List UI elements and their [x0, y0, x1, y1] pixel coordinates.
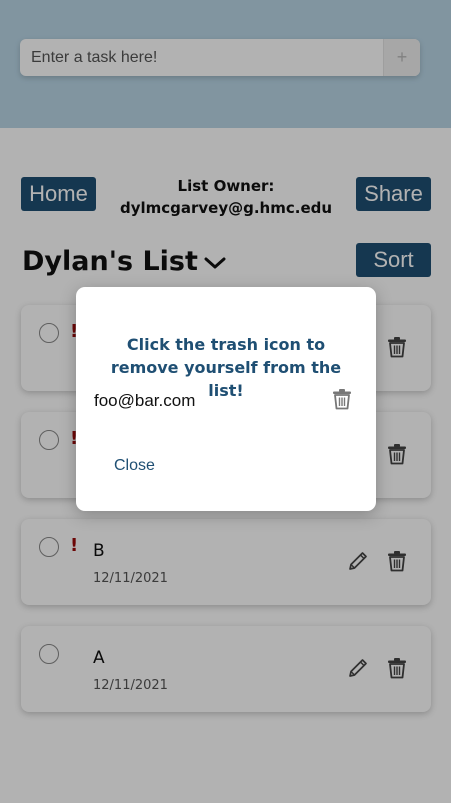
share-modal: Click the trash icon to remove yourself …: [76, 287, 376, 511]
trash-icon[interactable]: [332, 388, 352, 410]
close-button[interactable]: Close: [114, 457, 155, 475]
member-email: foo@bar.com: [94, 391, 196, 410]
